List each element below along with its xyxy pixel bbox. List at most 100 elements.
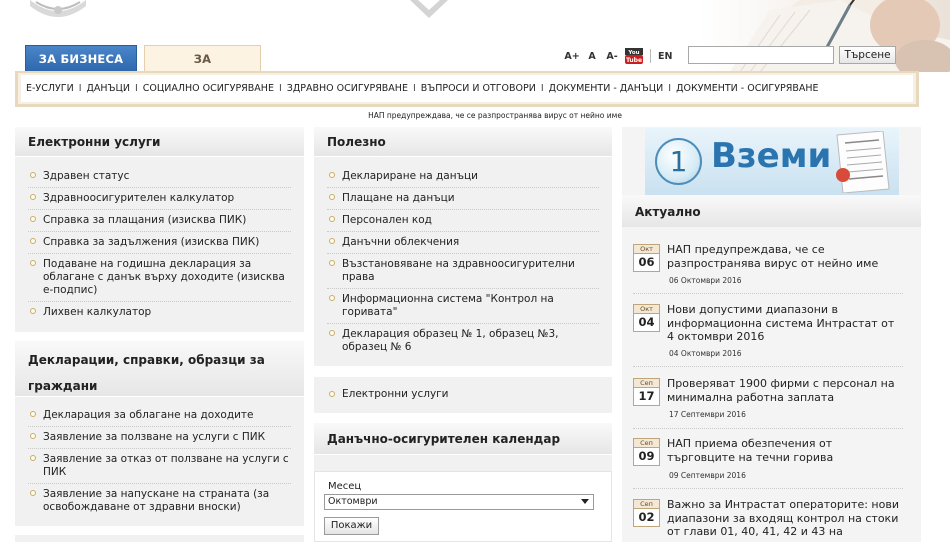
bullet-icon	[30, 238, 36, 244]
list-item[interactable]: Заявление за ползване на услуги с ПИК	[15, 427, 304, 449]
site-header: ЗА БИЗНЕСА ЗА ГРАЖДАНИТЕ A+ A A- You Tub…	[0, 0, 950, 120]
list-item[interactable]: Подаване на годишна декларация за облага…	[15, 254, 304, 302]
news-date: 17 Септември 2016	[669, 410, 746, 419]
nav-item-health-insurance[interactable]: ЗДРАВНО ОСИГУРЯВАНЕ	[287, 83, 408, 94]
news-date: 09 Септември 2016	[669, 471, 746, 480]
list-item[interactable]: Заявление за напускане на страната (за о…	[15, 484, 304, 519]
panel-title: Електронни услуги	[15, 127, 304, 157]
list-item[interactable]: Плащане на данъци	[314, 188, 612, 210]
news-item[interactable]: Окт 04 Нови допустими диапазони в информа…	[633, 303, 903, 367]
list-item[interactable]: Заявление за отказ от ползване на услуги…	[15, 449, 304, 484]
news-date: 06 Октомври 2016	[669, 276, 742, 285]
news-title[interactable]: Важно за Интрастат операторите: нови диа…	[667, 499, 903, 539]
useful-list: Деклариране на данъци Плащане на данъци …	[314, 166, 612, 359]
month-label: Месец	[328, 481, 362, 492]
list-item[interactable]: Здравен статус	[15, 166, 304, 188]
nav-item-social-insurance[interactable]: СОЦИАЛНО ОСИГУРЯВАНЕ	[143, 83, 274, 94]
bullet-icon	[30, 172, 36, 178]
list-item[interactable]: Здравноосигурителен калкулатор	[15, 188, 304, 210]
news-item[interactable]: Сеп 02 Важно за Интрастат операторите: но…	[633, 499, 903, 542]
list-item[interactable]: Декларация образец № 1, образец №3, обра…	[314, 324, 612, 359]
alert-link[interactable]: НАП предупреждава, че се разпространява …	[0, 111, 950, 120]
useful-panel: Полезно Деклариране на данъци Плащане на…	[314, 127, 612, 366]
coat-of-arms-logo[interactable]	[22, 0, 94, 22]
item-label: Деклариране на данъци	[342, 170, 478, 182]
panel-title: Декларации, справки, образци за граждани	[15, 341, 304, 397]
news-item[interactable]: Сеп 17 Проверяват 1900 фирми с персонал н…	[633, 377, 903, 429]
date-badge: Сеп 17	[633, 378, 660, 406]
item-label: Електронни услуги	[342, 388, 449, 400]
youtube-icon[interactable]: You Tube	[624, 47, 644, 65]
list-item[interactable]: Лихвен калкулатор	[15, 302, 304, 324]
bullet-icon	[329, 216, 335, 222]
news-date: 04 Октомври 2016	[669, 349, 742, 358]
badge-day: 02	[633, 508, 660, 527]
list-item[interactable]: Информационна система "Контрол на горива…	[314, 289, 612, 324]
list-item[interactable]: Справка за задължения (изисква ПИК)	[15, 232, 304, 254]
news-item[interactable]: Сеп 09 НАП приема обезпечения от търговци…	[633, 437, 903, 489]
badge-month: Окт	[633, 304, 660, 313]
date-badge: Сеп 02	[633, 499, 660, 527]
nav-list: Е-УСЛУГИ I ДАНЪЦИ I СОЦИАЛНО ОСИГУРЯВАНЕ I …	[26, 83, 819, 94]
search-input[interactable]	[688, 46, 834, 64]
bullet-icon	[329, 194, 335, 200]
list-item[interactable]: Възстановяване на здравноосигурителни пр…	[314, 254, 612, 289]
font-normal-button[interactable]: A	[583, 51, 601, 62]
news-title[interactable]: НАП приема обезпечения от търговците на …	[667, 437, 903, 464]
item-label: Справка за плащания (изисква ПИК)	[43, 214, 247, 226]
nav-separator: I	[540, 83, 544, 94]
bullet-icon	[329, 238, 335, 244]
bullet-icon	[30, 490, 36, 496]
eservices-link-panel: Електронни услуги	[314, 377, 612, 413]
bullet-icon	[30, 455, 36, 461]
eservices-link[interactable]: Електронни услуги	[314, 388, 612, 404]
list-item[interactable]: Декларация за облагане на доходите	[15, 405, 304, 427]
news-title[interactable]: НАП предупреждава, че се разпространява …	[667, 243, 903, 270]
month-select[interactable]: Октомври	[324, 494, 594, 510]
show-button[interactable]: Покажи	[324, 517, 379, 535]
font-increase-button[interactable]: A+	[561, 51, 583, 62]
language-en-link[interactable]: EN	[658, 51, 676, 62]
bullet-icon	[30, 411, 36, 417]
nav-item-e-services[interactable]: Е-УСЛУГИ	[26, 83, 74, 94]
vzemi-banner[interactable]: 1 Вземи	[645, 128, 899, 195]
bullet-icon	[30, 260, 36, 266]
item-label: Възстановяване на здравноосигурителни пр…	[342, 258, 575, 283]
nav-item-faq[interactable]: ВЪПРОСИ И ОТГОВОРИ	[421, 83, 536, 94]
news-item[interactable]: Окт 06 НАП предупреждава, че се разпростр…	[633, 243, 903, 294]
badge-day: 04	[633, 313, 660, 332]
font-decrease-button[interactable]: A-	[601, 51, 623, 62]
list-item[interactable]: Данъчни облекчения	[314, 232, 612, 254]
news-title[interactable]: Нови допустими диапазони в информационна…	[667, 303, 903, 344]
bullet-icon	[30, 433, 36, 439]
divider	[633, 488, 903, 489]
banner-number: 1	[655, 138, 702, 185]
tab-citizens[interactable]: ЗА ГРАЖДАНИТЕ	[144, 45, 261, 93]
list-item[interactable]: Персонален код	[314, 210, 612, 232]
panel-title: Данъчно-осигурителен календар	[314, 423, 612, 455]
chevron-down-icon	[410, 0, 448, 18]
search-button[interactable]: Търсене	[839, 46, 896, 64]
item-label: Информационна система "Контрол на горива…	[342, 293, 554, 318]
list-item[interactable]: Деклариране на данъци	[314, 166, 612, 188]
receipt-icon	[836, 131, 890, 193]
nav-separator: I	[278, 83, 282, 94]
tab-business[interactable]: ЗА БИЗНЕСА	[25, 45, 137, 72]
divider	[650, 49, 651, 63]
nav-item-documents-taxes[interactable]: ДОКУМЕНТИ - ДАНЪЦИ	[549, 83, 664, 94]
list-item[interactable]: Справка за плащания (изисква ПИК)	[15, 210, 304, 232]
nav-item-taxes[interactable]: ДАНЪЦИ	[87, 83, 130, 94]
badge-month: Окт	[633, 244, 660, 253]
bullet-icon	[30, 308, 36, 314]
news-title[interactable]: Проверяват 1900 фирми с персонал на мини…	[667, 377, 903, 404]
badge-month: Сеп	[633, 378, 660, 387]
nav-item-documents-insurance[interactable]: ДОКУМЕНТИ - ОСИГУРЯВАНЕ	[676, 83, 818, 94]
bullet-icon	[30, 216, 36, 222]
main-navigation: Е-УСЛУГИ I ДАНЪЦИ I СОЦИАЛНО ОСИГУРЯВАНЕ I …	[15, 71, 919, 107]
month-value: Октомври	[328, 496, 378, 507]
svg-text:Tube: Tube	[626, 57, 642, 64]
item-label: Плащане на данъци	[342, 192, 455, 204]
dropdown-arrow-icon	[581, 499, 589, 504]
declarations-list: Декларация за облагане на доходите Заявл…	[15, 405, 304, 519]
badge-day: 09	[633, 447, 660, 466]
